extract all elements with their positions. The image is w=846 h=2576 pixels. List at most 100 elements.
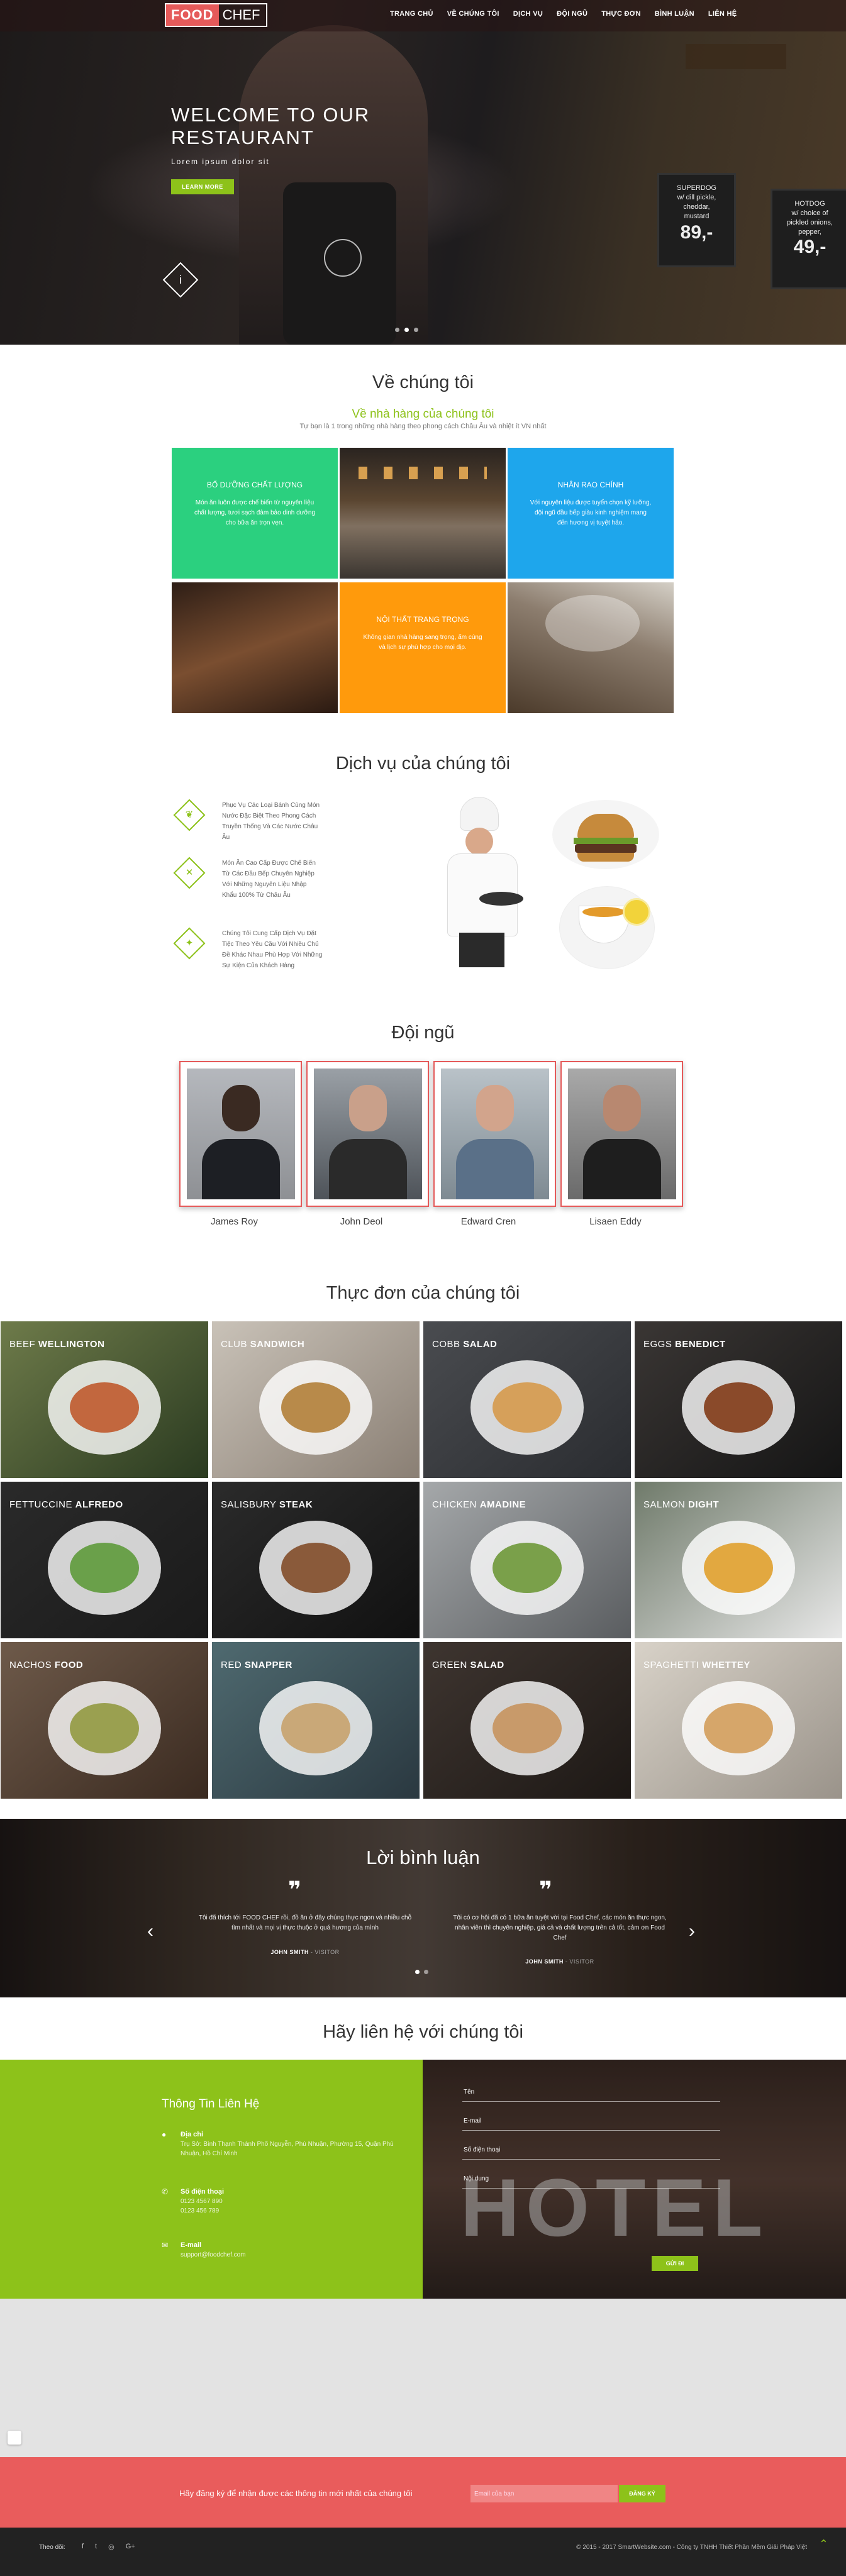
member-name: Edward Cren bbox=[460, 1216, 516, 1227]
subscribe-button[interactable]: ĐĂNG KÝ bbox=[619, 2485, 665, 2502]
name-field[interactable] bbox=[462, 2083, 720, 2102]
testimonials-title: Lời bình luận bbox=[366, 1846, 480, 1868]
nav-services[interactable]: DỊCH VỤ bbox=[513, 10, 543, 18]
menu-item-name-light: FETTUCCINE bbox=[9, 1499, 72, 1510]
menu-item-name-light: GREEN bbox=[432, 1660, 467, 1670]
menu-item-name-light: RED bbox=[221, 1660, 242, 1670]
email-field[interactable] bbox=[462, 2112, 720, 2131]
menu-grid: BEEF WELLINGTON CLUB SANDWICH COBB SALAD EG… bbox=[0, 1321, 846, 1805]
testimonials-section: Lời bình luận ❞ ❞ Tôi đã thích tới FOOD … bbox=[0, 1819, 846, 1997]
grill-image bbox=[508, 582, 674, 713]
member-photo bbox=[441, 1069, 549, 1199]
menu-item-name-bold: FOOD bbox=[54, 1660, 84, 1670]
nav-team[interactable]: ĐỘI NGŨ bbox=[557, 10, 587, 18]
menu-food bbox=[704, 1382, 773, 1433]
menu-title: Thực đơn của chúng tôi bbox=[326, 1283, 520, 1303]
phone-field[interactable] bbox=[462, 2141, 720, 2160]
newsletter-text: Hãy đăng ký để nhận được các thông tin m… bbox=[179, 2489, 413, 2498]
menu-item-name-bold: SANDWICH bbox=[250, 1339, 305, 1350]
prev-arrow-icon[interactable]: ‹ bbox=[147, 1921, 153, 1942]
menu-item[interactable]: EGGS BENEDICT bbox=[634, 1321, 843, 1479]
nav-testimonials[interactable]: BÌNH LUẬN bbox=[655, 10, 694, 18]
team-card[interactable] bbox=[306, 1061, 429, 1207]
menu-item-name-bold: AMADINE bbox=[479, 1499, 526, 1510]
menu-item-caption: BEEF WELLINGTON bbox=[9, 1339, 104, 1350]
slider-dot[interactable] bbox=[414, 328, 418, 332]
menu-item[interactable]: SALMON DIGHT bbox=[634, 1481, 843, 1639]
burger-bun-bottom bbox=[577, 853, 634, 862]
info-button[interactable]: i bbox=[162, 262, 199, 298]
menu-food bbox=[281, 1542, 350, 1593]
menu-item[interactable]: BEEF WELLINGTON bbox=[0, 1321, 209, 1479]
instagram-icon[interactable]: ◎ bbox=[108, 2543, 114, 2551]
price-board-2: HOTDOG w/ choice of pickled onions, pepp… bbox=[771, 189, 846, 289]
menu-food bbox=[704, 1542, 773, 1593]
team-card[interactable] bbox=[179, 1061, 302, 1207]
apron-logo bbox=[324, 239, 362, 277]
top-navbar: FOOD CHEF TRANG CHỦ VỀ CHÚNG TÔI DỊCH VỤ… bbox=[0, 0, 846, 31]
burger-lettuce bbox=[574, 838, 638, 844]
board1-price: 89,- bbox=[680, 222, 713, 243]
menu-item-name-bold: WELLINGTON bbox=[38, 1339, 105, 1350]
twitter-icon[interactable]: t bbox=[95, 2543, 97, 2551]
facebook-icon[interactable]: f bbox=[82, 2543, 84, 2551]
menu-item[interactable]: COBB SALAD bbox=[423, 1321, 632, 1479]
team-title: Đội ngũ bbox=[391, 1023, 455, 1043]
menu-item[interactable]: SPAGHETTI WHETTEY bbox=[634, 1641, 843, 1799]
map-control[interactable] bbox=[8, 2431, 21, 2445]
google-plus-icon[interactable]: G+ bbox=[126, 2543, 135, 2551]
learn-more-button[interactable]: LEARN MORE bbox=[171, 179, 234, 194]
location-icon: ● bbox=[162, 2130, 167, 2139]
member-head bbox=[222, 1085, 260, 1131]
menu-item[interactable]: FETTUCCINE ALFREDO bbox=[0, 1481, 209, 1639]
email-value: support@foodchef.com bbox=[181, 2251, 246, 2258]
menu-item[interactable]: CHICKEN AMADINE bbox=[423, 1481, 632, 1639]
main-menu: TRANG CHỦ VỀ CHÚNG TÔI DỊCH VỤ ĐỘI NGŨ T… bbox=[390, 10, 737, 18]
menu-item-name-bold: STEAK bbox=[279, 1499, 313, 1510]
address-value: Trụ Sở: Bình Thạnh Thành Phố Nguyễn, Phú… bbox=[181, 2141, 394, 2157]
about-tile-chef: NHÂN RAO CHÍNH Với nguyên liệu được tuyể… bbox=[508, 448, 674, 579]
menu-item-name-bold: BENEDICT bbox=[675, 1339, 726, 1350]
scroll-top-icon[interactable]: ⌃ bbox=[819, 2538, 828, 2551]
service-icon-frame: ❦ bbox=[173, 799, 206, 831]
menu-item-name-light: BEEF bbox=[9, 1339, 36, 1350]
board2-line: pepper, bbox=[798, 228, 821, 236]
menu-food bbox=[70, 1542, 139, 1593]
map-area[interactable] bbox=[0, 2299, 846, 2457]
menu-item-name-light: SALMON bbox=[643, 1499, 686, 1510]
nav-about[interactable]: VỀ CHÚNG TÔI bbox=[447, 10, 499, 18]
next-arrow-icon[interactable]: › bbox=[689, 1921, 695, 1942]
nav-home[interactable]: TRANG CHỦ bbox=[390, 10, 433, 18]
send-button[interactable]: GỬI ĐI bbox=[652, 2256, 698, 2271]
message-field[interactable] bbox=[462, 2170, 720, 2189]
testimonial-dot[interactable] bbox=[415, 1970, 420, 1974]
menu-item-name-light: CLUB bbox=[221, 1339, 248, 1350]
site-logo[interactable]: FOOD CHEF bbox=[165, 3, 268, 27]
slider-dot[interactable] bbox=[404, 328, 409, 332]
menu-item-caption: NACHOS FOOD bbox=[9, 1660, 83, 1670]
menu-item-caption: SALISBURY STEAK bbox=[221, 1499, 313, 1510]
member-torso bbox=[329, 1139, 407, 1199]
service-icon-frame: ✕ bbox=[173, 857, 206, 889]
grill-smoke bbox=[545, 595, 640, 652]
menu-item[interactable]: SALISBURY STEAK bbox=[211, 1481, 420, 1639]
menu-item[interactable]: CLUB SANDWICH bbox=[211, 1321, 420, 1479]
team-card[interactable] bbox=[433, 1061, 556, 1207]
contact-title: Hãy liên hệ với chúng tôi bbox=[323, 2022, 523, 2042]
info-icon: i bbox=[179, 274, 182, 286]
slider-dot[interactable] bbox=[395, 328, 399, 332]
address-label: Địa chỉ bbox=[181, 2131, 204, 2138]
nav-contact[interactable]: LIÊN HỆ bbox=[708, 10, 737, 18]
follow-label: Theo dõi: bbox=[39, 2544, 65, 2551]
testimonial-dot[interactable] bbox=[424, 1970, 428, 1974]
menu-item[interactable]: RED SNAPPER bbox=[211, 1641, 420, 1799]
menu-item-name-light: NACHOS bbox=[9, 1660, 52, 1670]
menu-item[interactable]: GREEN SALAD bbox=[423, 1641, 632, 1799]
menu-item[interactable]: NACHOS FOOD bbox=[0, 1641, 209, 1799]
newsletter-email-input[interactable] bbox=[470, 2485, 618, 2502]
tile-title: BỔ DƯỠNG CHẤT LƯỢNG bbox=[206, 480, 303, 489]
member-torso bbox=[456, 1139, 534, 1199]
tile-title: NHÂN RAO CHÍNH bbox=[557, 480, 624, 489]
nav-menu[interactable]: THỰC ĐƠN bbox=[601, 10, 640, 18]
team-card[interactable] bbox=[560, 1061, 683, 1207]
